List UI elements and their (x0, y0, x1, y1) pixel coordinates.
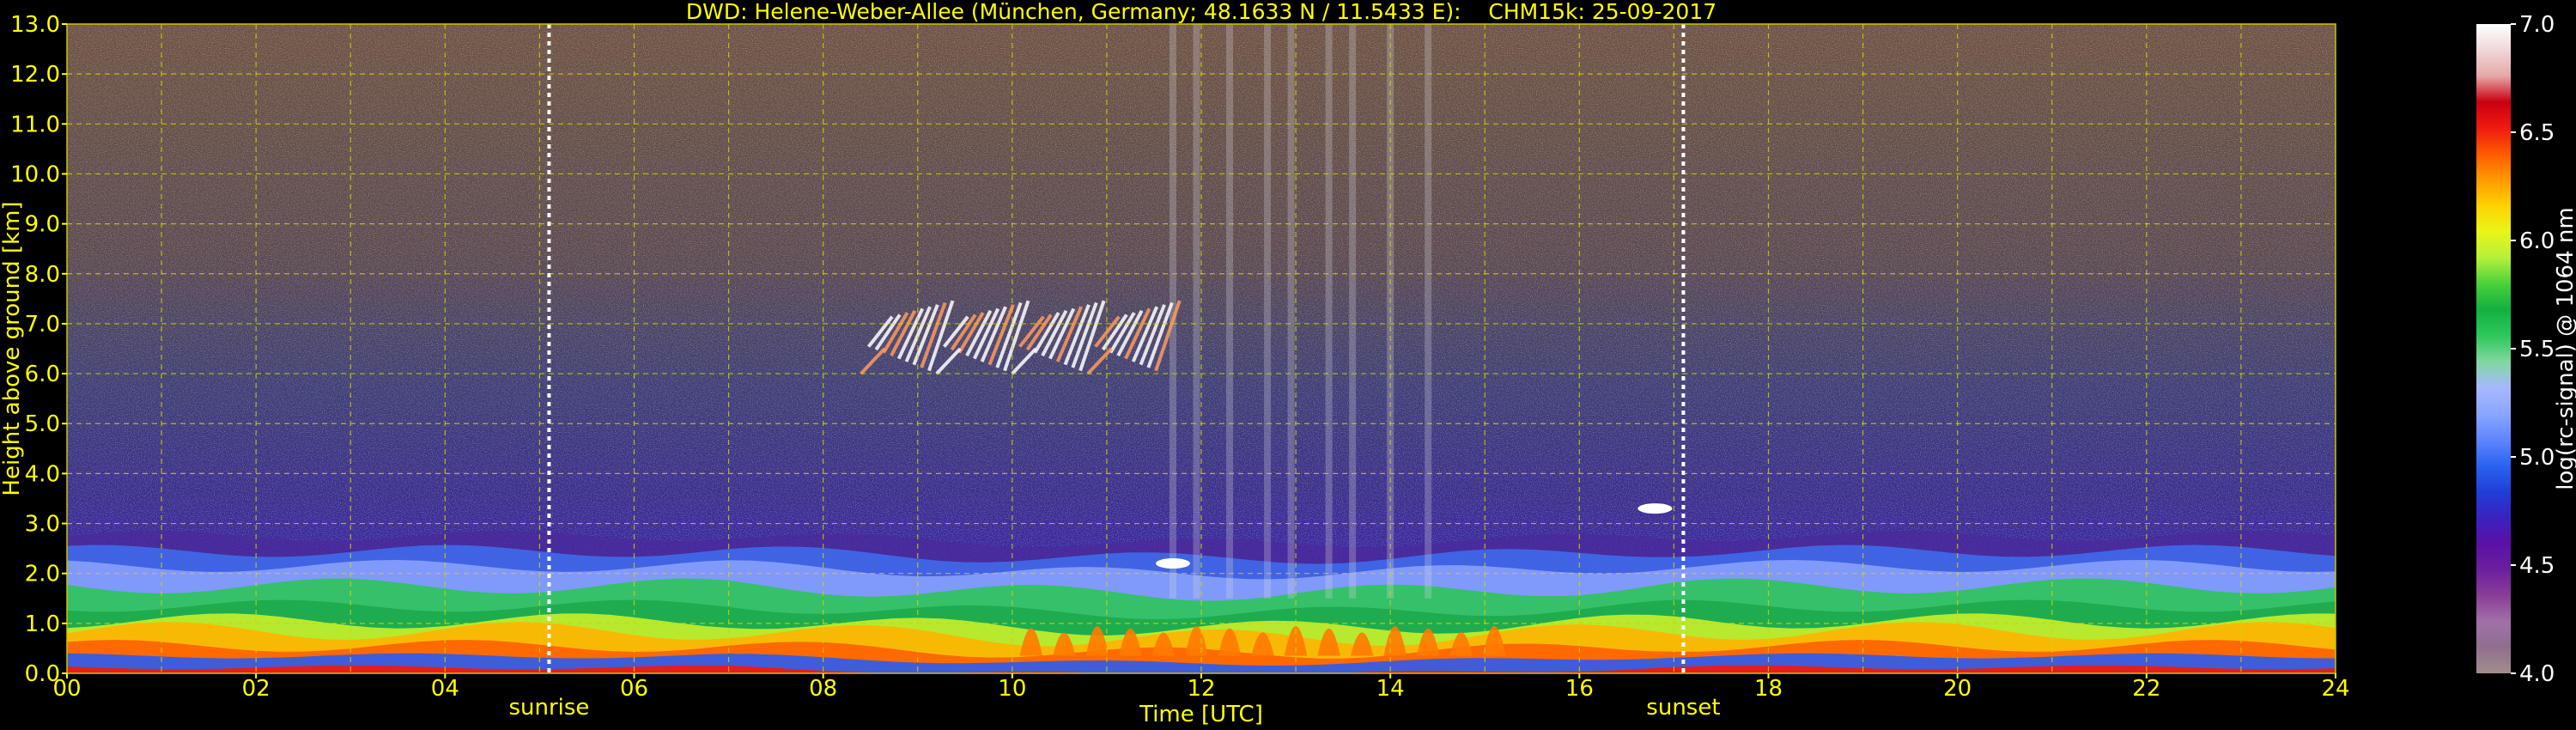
colorbar: 4.0 4.5 5.0 5.5 6.0 6.5 7.0 log(rc-signal) @ 1… (2476, 12, 2576, 687)
colorbar-scale (2476, 24, 2511, 673)
y-axis-label: Height above ground [km] (0, 201, 25, 496)
y-tick-label: 13.0 (10, 12, 60, 38)
y-tick-label: 0.0 (25, 661, 60, 687)
x-axis-ticks: 00 02 04 06 08 10 12 14 16 18 20 22 24 (52, 673, 2350, 702)
precip-streak (1264, 24, 1272, 599)
x-tick-label: 16 (1565, 676, 1594, 702)
y-tick-label: 9.0 (25, 212, 60, 238)
precip-streak (1193, 24, 1200, 599)
colorbar-tick-label: 7.0 (2519, 12, 2555, 38)
y-tick-label: 4.0 (25, 461, 60, 487)
x-tick-label: 10 (998, 676, 1026, 702)
y-tick-label: 10.0 (10, 161, 60, 187)
precip-streak (1226, 24, 1234, 599)
colorbar-label: log(rc-signal) @ 1064 nm (2553, 207, 2576, 490)
colorbar-ticks: 4.0 4.5 5.0 5.5 6.0 6.5 7.0 (2511, 12, 2555, 687)
colorbar-tick-label: 4.0 (2519, 661, 2555, 687)
x-tick-label: 22 (2132, 676, 2160, 702)
colorbar-tick-label: 6.0 (2519, 228, 2555, 254)
low-cloud (1637, 503, 1673, 514)
x-tick-label: 04 (431, 676, 459, 702)
ceilometer-chart: sunrise sunset 00 02 04 06 08 10 12 14 16 18 20 22 24… (0, 0, 2576, 727)
colorbar-tick-label: 4.5 (2519, 553, 2555, 579)
x-tick-label: 24 (2321, 676, 2349, 702)
x-axis-label: Time [UTC] (1139, 702, 1263, 727)
x-tick-label: 18 (1754, 676, 1783, 702)
x-tick-label: 20 (1943, 676, 1971, 702)
x-tick-label: 08 (809, 676, 837, 702)
colorbar-tick-label: 6.5 (2519, 120, 2555, 146)
y-tick-label: 12.0 (10, 62, 60, 88)
marker-label: sunset (1646, 695, 1720, 721)
y-tick-label: 11.0 (10, 112, 60, 137)
y-tick-label: 6.0 (25, 362, 60, 387)
precip-streak (1325, 24, 1333, 599)
precip-streak (1349, 24, 1357, 599)
precip-streak (1287, 24, 1295, 599)
y-tick-label: 3.0 (25, 512, 60, 538)
y-tick-label: 2.0 (25, 562, 60, 587)
x-tick-label: 12 (1187, 676, 1215, 702)
x-tick-label: 02 (242, 676, 270, 702)
colorbar-tick-label: 5.5 (2519, 337, 2555, 362)
colorbar-tick-label: 5.0 (2519, 445, 2555, 471)
x-tick-label: 14 (1376, 676, 1405, 702)
y-tick-label: 7.0 (25, 312, 60, 338)
low-cloud (1155, 558, 1190, 569)
x-tick-label: 06 (620, 676, 648, 702)
y-tick-label: 5.0 (25, 411, 60, 437)
y-tick-label: 8.0 (25, 262, 60, 288)
precip-streak (1425, 24, 1432, 599)
y-tick-label: 1.0 (25, 611, 60, 637)
marker-label: sunrise (508, 695, 589, 721)
chart-title: DWD: Helene-Weber-Allee (München, German… (686, 0, 1716, 24)
